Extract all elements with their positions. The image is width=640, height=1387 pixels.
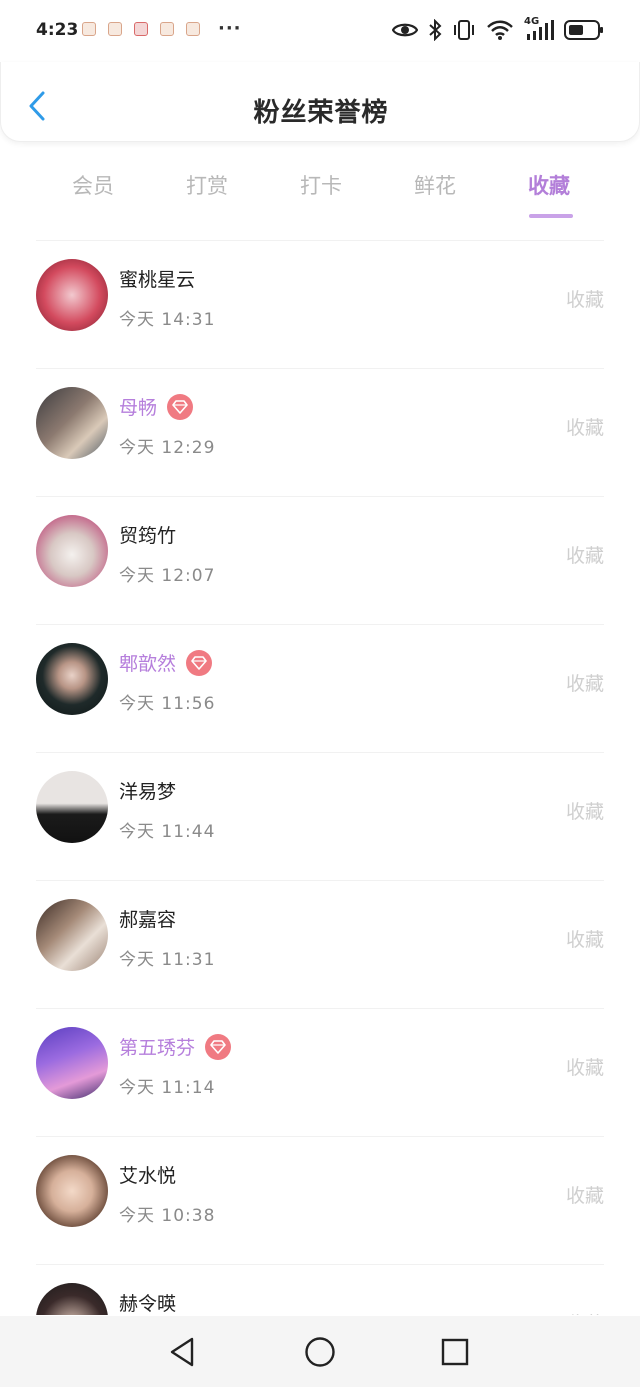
system-icons: 4G xyxy=(392,16,604,44)
fan-name: 郫歆然 xyxy=(119,653,177,675)
fan-name-row: 郫歆然 xyxy=(119,649,213,676)
fan-name: 贸筠竹 xyxy=(119,525,177,547)
status-time: 4:23 xyxy=(36,20,79,40)
favorite-label: 收藏 xyxy=(565,801,604,823)
nav-back-button[interactable] xyxy=(164,1334,200,1370)
fan-time: 今天 14:31 xyxy=(119,310,216,330)
fan-time: 今天 11:44 xyxy=(119,822,216,842)
list-item[interactable]: 贸筠竹 今天 12:07 收藏 xyxy=(36,497,604,625)
square-recents-icon xyxy=(441,1338,469,1366)
favorite-label: 收藏 xyxy=(565,673,604,695)
circle-home-icon xyxy=(305,1337,335,1367)
diamond-icon xyxy=(172,399,188,414)
tab-label: 鲜花 xyxy=(414,174,456,198)
favorite-label: 收藏 xyxy=(565,289,604,311)
avatar[interactable] xyxy=(36,387,108,459)
fan-time: 今天 12:29 xyxy=(119,438,216,458)
favorite-label: 收藏 xyxy=(566,1309,604,1315)
fan-list[interactable]: 蜜桃星云 今天 14:31 收藏 母畅 今天 12:29 收藏 贸筠竹 今天 1… xyxy=(0,241,640,1315)
notification-icon xyxy=(160,22,174,36)
fan-time: 今天 10:38 xyxy=(119,1206,216,1226)
fan-name-row: 郝嘉容 xyxy=(119,905,176,932)
list-item[interactable]: 郫歆然 今天 11:56 收藏 xyxy=(36,625,604,753)
avatar[interactable] xyxy=(36,259,108,331)
avatar[interactable] xyxy=(36,1027,108,1099)
notification-icon xyxy=(134,22,148,36)
list-item[interactable]: 蜜桃星云 今天 14:31 收藏 xyxy=(36,241,604,369)
tab-members[interactable]: 会员 xyxy=(36,160,150,220)
tab-label: 打赏 xyxy=(186,174,228,198)
fan-name-row: 艾水悦 xyxy=(119,1161,176,1188)
fan-name: 赫令暎 xyxy=(119,1293,177,1315)
fan-time: 今天 12:07 xyxy=(119,566,216,586)
fan-name-row: 蜜桃星云 xyxy=(119,265,195,292)
header: 粉丝荣誉榜 xyxy=(0,62,640,142)
avatar[interactable] xyxy=(36,899,108,971)
cellular-signal-icon: 4G xyxy=(524,16,554,42)
tab-checkin[interactable]: 打卡 xyxy=(264,160,378,220)
more-notifications-icon: ··· xyxy=(218,18,242,39)
list-item[interactable]: 洋易梦 今天 11:44 收藏 xyxy=(36,753,604,881)
navigation-bar xyxy=(0,1316,640,1387)
notification-icon xyxy=(186,22,200,36)
fan-name: 艾水悦 xyxy=(119,1165,177,1187)
fan-time: 今天 11:14 xyxy=(119,1078,216,1098)
tab-tips[interactable]: 打赏 xyxy=(150,160,264,220)
tab-label: 打卡 xyxy=(300,174,342,198)
fan-name: 母畅 xyxy=(119,397,158,419)
tab-underline xyxy=(529,214,573,218)
nav-home-button[interactable] xyxy=(302,1334,338,1370)
fan-name: 洋易梦 xyxy=(119,781,177,803)
fan-name-row: 洋易梦 xyxy=(119,777,176,804)
fan-name-row: 母畅 xyxy=(119,393,194,420)
vip-badge xyxy=(186,649,213,676)
avatar[interactable] xyxy=(36,1155,108,1227)
notification-icon xyxy=(108,22,122,36)
battery-icon xyxy=(564,20,603,40)
favorite-label: 收藏 xyxy=(565,929,604,951)
notification-icon xyxy=(82,22,96,36)
wifi-icon xyxy=(487,20,513,40)
diamond-icon xyxy=(191,655,207,670)
list-item[interactable]: 郝嘉容 今天 11:31 收藏 xyxy=(36,881,604,1009)
favorite-label: 收藏 xyxy=(565,417,604,439)
list-item[interactable]: 第五琇芬 今天 11:14 收藏 xyxy=(36,1009,604,1137)
fan-name: 第五琇芬 xyxy=(119,1037,196,1059)
favorite-label: 收藏 xyxy=(565,1185,604,1207)
fan-name-row: 贸筠竹 xyxy=(119,521,176,548)
page-title: 粉丝荣誉榜 xyxy=(253,98,389,128)
fan-name: 郝嘉容 xyxy=(119,909,177,931)
eye-icon xyxy=(392,23,418,37)
fan-name-row: 赫令暎 xyxy=(119,1289,176,1315)
tab-flowers[interactable]: 鲜花 xyxy=(378,160,492,220)
avatar[interactable] xyxy=(36,1283,108,1315)
list-item[interactable]: 母畅 今天 12:29 收藏 xyxy=(36,369,604,497)
avatar[interactable] xyxy=(36,771,108,843)
list-item[interactable]: 艾水悦 今天 10:38 收藏 xyxy=(36,1137,604,1265)
avatar[interactable] xyxy=(36,643,108,715)
triangle-back-icon xyxy=(170,1337,194,1367)
tab-label: 会员 xyxy=(72,174,114,198)
vip-badge xyxy=(205,1033,232,1060)
list-item[interactable]: 赫令暎 收藏 xyxy=(36,1265,604,1315)
fan-time: 今天 11:56 xyxy=(119,694,216,714)
tab-label: 收藏 xyxy=(528,174,570,198)
fan-name-row: 第五琇芬 xyxy=(119,1033,232,1060)
tab-bar: 会员 打赏 打卡 鲜花 收藏 xyxy=(36,160,606,220)
diamond-icon xyxy=(210,1039,226,1054)
vip-badge xyxy=(167,393,194,420)
vibrate-icon xyxy=(454,20,474,40)
favorite-label: 收藏 xyxy=(565,1057,604,1079)
bluetooth-icon xyxy=(429,19,442,41)
fan-time: 今天 11:31 xyxy=(119,950,216,970)
fan-name: 蜜桃星云 xyxy=(119,269,196,291)
favorite-label: 收藏 xyxy=(565,545,604,567)
notification-icons xyxy=(82,22,200,36)
nav-recents-button[interactable] xyxy=(437,1334,473,1370)
avatar[interactable] xyxy=(36,515,108,587)
status-bar: 4:23 ··· 4G xyxy=(0,0,640,62)
tab-favorites[interactable]: 收藏 xyxy=(492,160,606,220)
